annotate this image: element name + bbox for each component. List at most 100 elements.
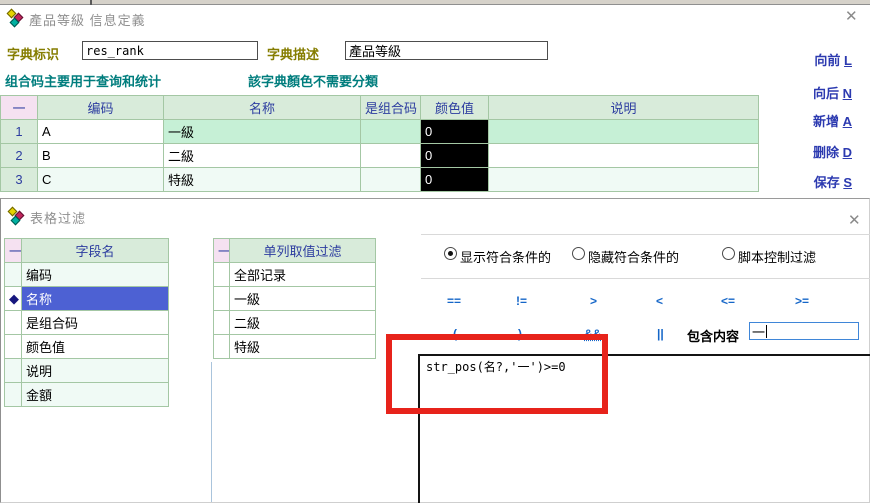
field-item[interactable]: 金額 bbox=[22, 383, 169, 407]
contains-input[interactable]: 一 bbox=[749, 322, 859, 340]
cell-desc[interactable] bbox=[489, 120, 759, 144]
row-marker bbox=[214, 311, 230, 335]
background-window-divider bbox=[90, 0, 92, 5]
col-header-colorvalue[interactable]: 颜色值 bbox=[421, 96, 489, 120]
delete-button[interactable]: 删除 D bbox=[813, 142, 852, 161]
value-item[interactable]: 二級 bbox=[230, 311, 376, 335]
dict-desc-label: 字典描述 bbox=[267, 44, 319, 63]
op-greater-link[interactable]: > bbox=[590, 294, 597, 308]
row-marker bbox=[214, 335, 230, 359]
contains-label: 包含内容 bbox=[687, 326, 739, 345]
background-window-edge bbox=[0, 0, 870, 5]
cell-desc[interactable] bbox=[489, 144, 759, 168]
row-number[interactable]: 2 bbox=[1, 144, 38, 168]
value-filter-header[interactable]: 单列取值过滤 bbox=[230, 239, 376, 263]
value-item[interactable]: 全部记录 bbox=[230, 263, 376, 287]
field-item[interactable]: 是组合码 bbox=[22, 311, 169, 335]
separator-line bbox=[421, 234, 870, 235]
diamond-nodes-icon bbox=[7, 9, 25, 27]
cell-colorvalue[interactable]: 0 bbox=[421, 120, 489, 144]
combo-hint-text: 组合码主要用于查询和统计 bbox=[5, 71, 161, 90]
radio-script-filter[interactable] bbox=[722, 247, 735, 260]
col-header-name[interactable]: 名称 bbox=[164, 96, 361, 120]
col-header-desc[interactable]: 说明 bbox=[489, 96, 759, 120]
table-header-row: 一 字段名 bbox=[5, 239, 169, 263]
cell-name[interactable]: 二級 bbox=[164, 144, 361, 168]
row-selector-header[interactable]: 一 bbox=[5, 239, 22, 263]
op-equal-link[interactable]: == bbox=[447, 294, 461, 308]
next-mnemonic: N bbox=[843, 86, 852, 101]
close-icon[interactable]: ✕ bbox=[845, 9, 858, 25]
radio-script-filter-label[interactable]: 脚本控制过滤 bbox=[738, 247, 816, 266]
add-button-label: 新增 bbox=[813, 114, 843, 129]
value-item[interactable]: 一級 bbox=[230, 287, 376, 311]
op-less-link[interactable]: < bbox=[656, 294, 663, 308]
table-header-row: 一 编码 名称 是组合码 颜色值 说明 bbox=[1, 96, 759, 120]
field-item[interactable]: 编码 bbox=[22, 263, 169, 287]
field-item[interactable]: 颜色值 bbox=[22, 335, 169, 359]
op-notequal-link[interactable]: != bbox=[516, 294, 527, 308]
cell-code[interactable]: A bbox=[38, 120, 164, 144]
row-marker bbox=[5, 383, 22, 407]
cell-desc[interactable] bbox=[489, 168, 759, 192]
radio-hide-matching-label[interactable]: 隐藏符合条件的 bbox=[588, 247, 679, 266]
op-greaterequal-link[interactable]: >= bbox=[795, 294, 809, 308]
field-row-selected: ◆ 名称 bbox=[5, 287, 169, 311]
field-name-header[interactable]: 字段名 bbox=[22, 239, 169, 263]
row-selector-header[interactable]: 一 bbox=[214, 239, 230, 263]
row-marker bbox=[5, 335, 22, 359]
cell-iscombo[interactable] bbox=[361, 168, 421, 192]
table-row: 3 C 特級 0 bbox=[1, 168, 759, 192]
value-row: 一級 bbox=[214, 287, 376, 311]
save-button-label: 保存 bbox=[814, 175, 844, 190]
field-row: 是组合码 bbox=[5, 311, 169, 335]
field-item[interactable]: 说明 bbox=[22, 359, 169, 383]
diamond-nodes-icon bbox=[8, 207, 26, 225]
field-name-table: 一 字段名 编码 ◆ 名称 是组合码 颜色值 说明 bbox=[4, 238, 169, 407]
cell-code[interactable]: B bbox=[38, 144, 164, 168]
table-row: 1 A 一級 0 bbox=[1, 120, 759, 144]
cell-iscombo[interactable] bbox=[361, 120, 421, 144]
current-row-marker-icon: ◆ bbox=[5, 287, 22, 311]
next-button[interactable]: 向后 N bbox=[813, 83, 852, 102]
value-item[interactable]: 特級 bbox=[230, 335, 376, 359]
cell-colorvalue[interactable]: 0 bbox=[421, 144, 489, 168]
radio-show-matching[interactable] bbox=[444, 247, 457, 260]
field-item-selected[interactable]: 名称 bbox=[22, 287, 169, 311]
window-title: 產品等級 信息定義 bbox=[29, 10, 146, 29]
row-marker bbox=[214, 287, 230, 311]
panel-splitter[interactable] bbox=[211, 362, 212, 502]
cell-name[interactable]: 一級 bbox=[164, 120, 361, 144]
field-row: 编码 bbox=[5, 263, 169, 287]
radio-hide-matching[interactable] bbox=[572, 247, 585, 260]
table-row: 2 B 二級 0 bbox=[1, 144, 759, 168]
text-caret bbox=[766, 325, 767, 338]
cell-iscombo[interactable] bbox=[361, 144, 421, 168]
value-row: 二級 bbox=[214, 311, 376, 335]
prev-mnemonic: L bbox=[844, 53, 852, 68]
op-lessequal-link[interactable]: <= bbox=[721, 294, 735, 308]
col-header-code[interactable]: 编码 bbox=[38, 96, 164, 120]
color-hint-text: 該字典顏色不需要分類 bbox=[248, 71, 378, 90]
row-selector-header[interactable]: 一 bbox=[1, 96, 38, 120]
table-header-row: 一 单列取值过滤 bbox=[214, 239, 376, 263]
add-button[interactable]: 新增 A bbox=[813, 111, 852, 130]
screen: 產品等級 信息定義 ✕ 字典标识 字典描述 组合码主要用于查询和统计 該字典顏色… bbox=[0, 0, 870, 503]
dict-desc-input[interactable] bbox=[345, 41, 548, 60]
contains-input-value: 一 bbox=[752, 322, 765, 341]
op-or-link[interactable]: || bbox=[657, 327, 664, 341]
value-row: 特級 bbox=[214, 335, 376, 359]
row-number[interactable]: 3 bbox=[1, 168, 38, 192]
save-button[interactable]: 保存 S bbox=[814, 172, 852, 191]
cell-code[interactable]: C bbox=[38, 168, 164, 192]
cell-colorvalue[interactable]: 0 bbox=[421, 168, 489, 192]
radio-show-matching-label[interactable]: 显示符合条件的 bbox=[460, 247, 551, 266]
row-number[interactable]: 1 bbox=[1, 120, 38, 144]
cell-name[interactable]: 特級 bbox=[164, 168, 361, 192]
close-icon[interactable]: ✕ bbox=[848, 213, 861, 229]
col-header-iscombo[interactable]: 是组合码 bbox=[361, 96, 421, 120]
dict-id-input[interactable] bbox=[82, 41, 258, 60]
prev-button[interactable]: 向前 L bbox=[814, 50, 852, 69]
filter-window-title: 表格过滤 bbox=[30, 208, 86, 227]
row-marker bbox=[5, 311, 22, 335]
